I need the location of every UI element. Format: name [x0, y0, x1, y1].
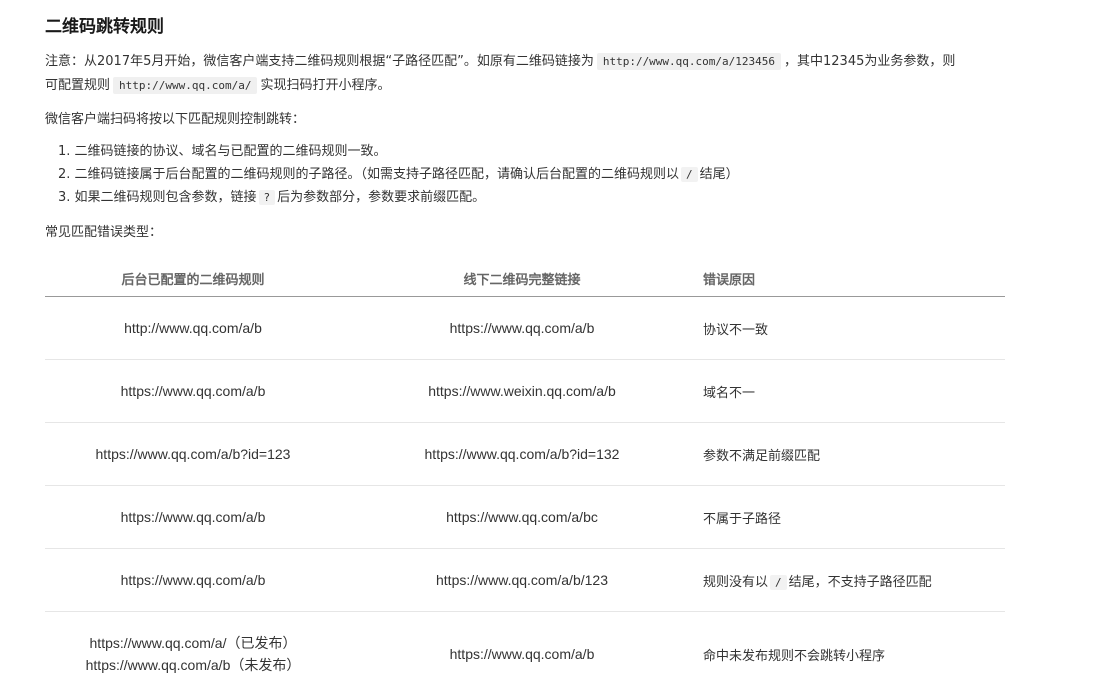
- cell-link: https://www.qq.com/a/b: [341, 297, 703, 360]
- intro-code-example-link: http://www.qq.com/a/123456: [597, 53, 781, 70]
- cell-reason: 命中未发布规则不会跳转小程序: [703, 612, 1005, 696]
- cell-reason-after: 结尾，不支持子路径匹配: [789, 574, 932, 589]
- rule-item-2-text-before: 2. 二维码链接属于后台配置的二维码规则的子路径。（如需支持子路径匹配，请确认后…: [58, 167, 679, 182]
- rule-item-2-code: /: [681, 167, 698, 182]
- cell-link: https://www.weixin.qq.com/a/b: [341, 360, 703, 423]
- table-header-row: 后台已配置的二维码规则 线下二维码完整链接 错误原因: [45, 260, 1005, 297]
- rule-item-3-text-after: 后为参数部分，参数要求前缀匹配。: [277, 190, 485, 205]
- table-row: https://www.qq.com/a/b https://www.weixi…: [45, 360, 1005, 423]
- table-row: https://www.qq.com/a/（已发布） https://www.q…: [45, 612, 1005, 696]
- table-row: https://www.qq.com/a/b https://www.qq.co…: [45, 486, 1005, 549]
- intro-paragraph: 注意：从2017年5月开始，微信客户端支持二维码规则根据“子路径匹配”。如原有二…: [45, 50, 1045, 98]
- rule-item-3-text-before: 3. 如果二维码规则包含参数，链接: [58, 190, 257, 205]
- table-row: http://www.qq.com/a/b https://www.qq.com…: [45, 297, 1005, 360]
- cell-rule-line-1: https://www.qq.com/a/（已发布）: [45, 632, 341, 654]
- cell-rule: https://www.qq.com/a/b: [45, 486, 341, 549]
- control-text: 微信客户端扫码将按以下匹配规则控制跳转：: [45, 110, 1045, 130]
- rules-list: 1. 二维码链接的协议、域名与已配置的二维码规则一致。 2. 二维码链接属于后台…: [45, 140, 1045, 209]
- intro-text-4: 实现扫码打开小程序。: [260, 78, 390, 93]
- cell-link: https://www.qq.com/a/b: [341, 612, 703, 696]
- rule-item-2-text-after: 结尾）: [700, 167, 739, 182]
- intro-text-2: ，其中12345为业务参数，则: [784, 54, 955, 69]
- cell-rule: https://www.qq.com/a/b: [45, 549, 341, 612]
- common-errors-label: 常见匹配错误类型：: [45, 223, 1045, 243]
- cell-reason: 参数不满足前缀匹配: [703, 423, 1005, 486]
- cell-rule-line-2: https://www.qq.com/a/b（未发布）: [45, 654, 341, 676]
- rule-item-1: 1. 二维码链接的协议、域名与已配置的二维码规则一致。: [58, 140, 1045, 163]
- cell-reason: 规则没有以/结尾，不支持子路径匹配: [703, 549, 1005, 612]
- rule-item-2: 2. 二维码链接属于后台配置的二维码规则的子路径。（如需支持子路径匹配，请确认后…: [58, 163, 1045, 186]
- cell-reason: 协议不一致: [703, 297, 1005, 360]
- cell-reason: 域名不一: [703, 360, 1005, 423]
- cell-reason-before: 规则没有以: [703, 574, 768, 589]
- intro-code-rule: http://www.qq.com/a/: [113, 77, 257, 94]
- header-configured-rule: 后台已配置的二维码规则: [45, 260, 341, 297]
- cell-reason: 不属于子路径: [703, 486, 1005, 549]
- cell-rule: https://www.qq.com/a/b: [45, 360, 341, 423]
- cell-link: https://www.qq.com/a/b/123: [341, 549, 703, 612]
- cell-rule: https://www.qq.com/a/b?id=123: [45, 423, 341, 486]
- cell-link: https://www.qq.com/a/bc: [341, 486, 703, 549]
- header-error-reason: 错误原因: [703, 260, 1005, 297]
- cell-rule: http://www.qq.com/a/b: [45, 297, 341, 360]
- intro-text-3: 可配置规则: [45, 78, 110, 93]
- cell-reason-code: /: [770, 575, 787, 590]
- rule-item-1-text: 1. 二维码链接的协议、域名与已配置的二维码规则一致。: [58, 144, 387, 159]
- cell-link: https://www.qq.com/a/b?id=132: [341, 423, 703, 486]
- header-offline-link: 线下二维码完整链接: [341, 260, 703, 297]
- cell-rule: https://www.qq.com/a/（已发布） https://www.q…: [45, 612, 341, 696]
- page-content: 二维码跳转规则 注意：从2017年5月开始，微信客户端支持二维码规则根据“子路径…: [45, 14, 1045, 243]
- errors-table: 后台已配置的二维码规则 线下二维码完整链接 错误原因 http://www.qq…: [45, 260, 1005, 696]
- table-row: https://www.qq.com/a/b?id=123 https://ww…: [45, 423, 1005, 486]
- intro-text-1: 注意：从2017年5月开始，微信客户端支持二维码规则根据“子路径匹配”。如原有二…: [45, 54, 594, 69]
- rule-item-3: 3. 如果二维码规则包含参数，链接?后为参数部分，参数要求前缀匹配。: [58, 186, 1045, 209]
- rule-item-3-code: ?: [259, 190, 276, 205]
- table-row: https://www.qq.com/a/b https://www.qq.co…: [45, 549, 1005, 612]
- page-title: 二维码跳转规则: [45, 14, 1045, 40]
